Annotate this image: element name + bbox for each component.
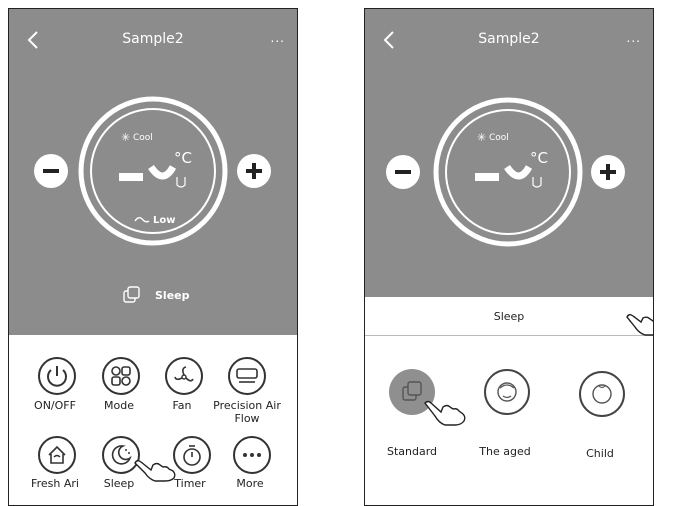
device-title: Sample2: [478, 31, 540, 47]
precision-air-flow-label: Precision Air Flow: [213, 399, 281, 425]
sleep-status-icon: [123, 286, 140, 303]
control-panel: Sample2 ... ✳ Cool °C: [365, 9, 653, 297]
temperature-down-button[interactable]: [386, 155, 420, 189]
temperature-down-button[interactable]: [34, 154, 68, 188]
mode-label: Cool: [489, 133, 509, 143]
temperature-digits: [475, 164, 542, 188]
more-button[interactable]: [233, 436, 271, 474]
child-face-icon: [592, 384, 612, 404]
pointing-hand-icon: [626, 314, 653, 336]
timer-button[interactable]: [173, 436, 211, 474]
temperature-digits: [119, 164, 186, 188]
precision-air-flow-button[interactable]: [228, 357, 266, 395]
device-title: Sample2: [122, 31, 184, 47]
fan-speed-label: Low: [153, 215, 176, 226]
child-sleep-option[interactable]: [579, 371, 625, 417]
airflow-icon: [236, 368, 258, 383]
phone-screen-right: Sample2 ... ✳ Cool °C Sleep x Stan: [364, 8, 654, 506]
elderly-face-icon: [497, 382, 517, 402]
mode-icon: [111, 366, 131, 386]
timer-icon: [183, 445, 201, 466]
standard-option-label: Standard: [386, 445, 438, 458]
power-button[interactable]: [38, 357, 76, 395]
power-icon: [47, 366, 67, 387]
more-icon: [243, 453, 261, 457]
child-option-label: Child: [586, 447, 614, 460]
sleep-sheet-title: Sleep: [493, 310, 525, 323]
snowflake-icon: ✳: [121, 131, 131, 144]
phone-screen-left: Sample2 ... ✳ Cool °C Low Sleep ON/OFF M…: [8, 8, 298, 506]
aged-sleep-option[interactable]: [484, 369, 530, 415]
fresh-air-icon: [48, 445, 66, 464]
fresh-air-button[interactable]: [38, 436, 76, 474]
fan-speed-icon: [134, 217, 150, 223]
sheet-divider: [365, 335, 653, 336]
more-button-label: More: [236, 477, 264, 490]
more-menu-icon[interactable]: ...: [627, 31, 641, 45]
aged-option-label: The aged: [479, 445, 531, 458]
pointing-hand-icon: [424, 400, 466, 426]
mode-button[interactable]: [102, 357, 140, 395]
mode-label: Cool: [133, 133, 153, 143]
control-panel: Sample2 ... ✳ Cool °C Low Sleep: [9, 9, 297, 335]
sleep-status-label: Sleep: [155, 289, 190, 302]
more-menu-icon[interactable]: ...: [271, 31, 285, 45]
pointing-hand-icon: [134, 460, 176, 482]
temperature-up-button[interactable]: [237, 154, 271, 188]
snowflake-icon: ✳: [477, 131, 487, 144]
fan-button[interactable]: [165, 357, 203, 395]
temperature-up-button[interactable]: [591, 155, 625, 189]
fan-icon: [174, 366, 194, 382]
